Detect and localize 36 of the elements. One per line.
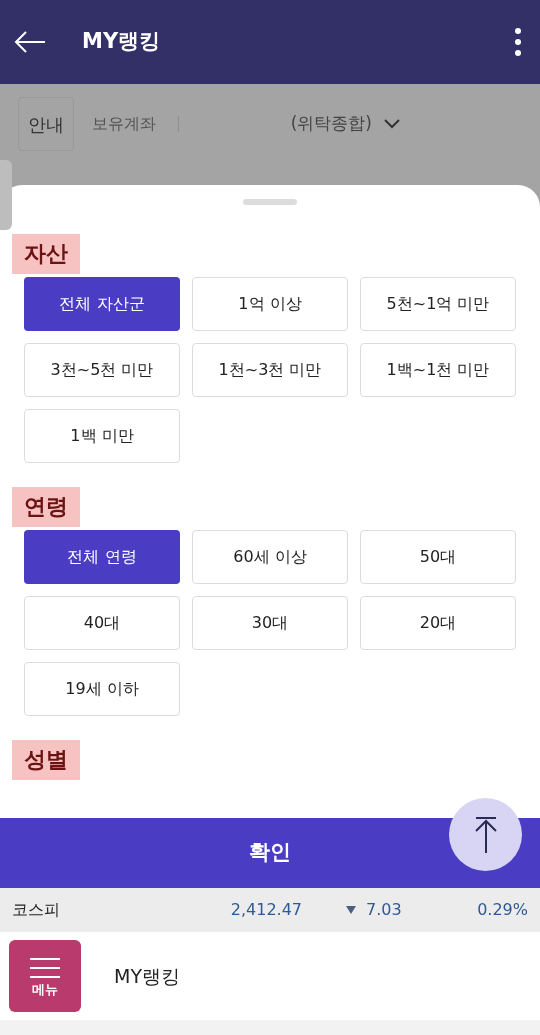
filter-chip[interactable]: 1억 이상 [192,277,348,331]
section-title: 성별 [12,740,80,780]
account-name: (위탁종합) [290,112,372,136]
account-label: 보유계좌 [92,113,156,135]
filter-chip[interactable]: 3천~5천 미만 [24,343,180,397]
menu-button[interactable]: 메뉴 [9,940,81,1012]
index-change: 7.03 [366,899,402,921]
filter-chip[interactable]: 1백~1천 미만 [360,343,516,397]
filter-chip[interactable]: 19세 이하 [24,662,180,716]
filter-chip[interactable]: 40대 [24,596,180,650]
filter-chip[interactable]: 1천~3천 미만 [192,343,348,397]
menu-icon [30,956,60,979]
index-value: 2,412.47 [229,899,302,921]
info-button[interactable]: 안내 [18,97,74,151]
arrow-up-icon [474,816,497,853]
index-rate: 0.29% [477,899,528,921]
more-icon[interactable] [514,27,522,57]
account-dropdown[interactable]: (위탁종합) [290,111,400,137]
section-title: 자산 [12,234,80,274]
filter-chip[interactable]: 50대 [360,530,516,584]
chevron-down-icon [384,119,400,129]
filter-chip[interactable]: 전체 자산군 [24,277,180,331]
filter-chip[interactable]: 20대 [360,596,516,650]
filter-chip[interactable]: 1백 미만 [24,409,180,463]
filter-chip[interactable]: 60세 이상 [192,530,348,584]
section-title: 연령 [12,487,80,527]
sheet-handle[interactable] [243,199,297,205]
nav-page-title: MY랭킹 [114,963,180,989]
confirm-button[interactable]: 확인 [0,818,540,888]
filter-chip[interactable]: 5천~1억 미만 [360,277,516,331]
index-name: 코스피 [12,899,61,921]
filter-chip[interactable]: 30대 [192,596,348,650]
side-handle[interactable] [0,160,12,230]
back-icon[interactable] [14,31,46,53]
page-title: MY랭킹 [82,28,161,56]
filter-chip[interactable]: 전체 연령 [24,530,180,584]
